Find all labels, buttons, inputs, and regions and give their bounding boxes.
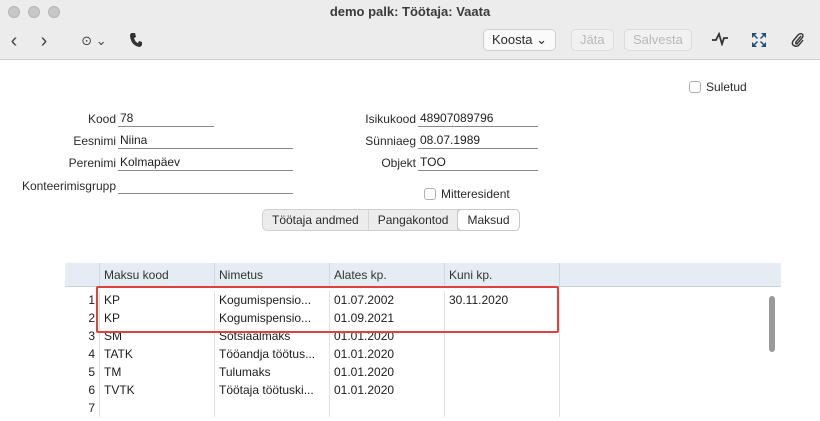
objekt-field[interactable]: TOO [418,155,538,171]
kood-field[interactable]: 78 [118,111,214,127]
synniaeg-field[interactable]: 08.07.1989 [418,133,538,149]
salvesta-button[interactable]: Salvesta [624,29,692,51]
table-scrollbar-thumb[interactable] [769,296,775,352]
cell-alates-kp[interactable]: 01.01.2020 [330,381,445,399]
row-number: 6 [65,381,100,399]
cell-nimetus[interactable]: Tööandja töötus... [215,345,330,363]
cell-kuni-kp[interactable] [445,399,560,417]
row-number: 1 [65,291,100,309]
row-number: 2 [65,309,100,327]
perenimi-label: Perenimi [68,156,116,170]
isikukood-field[interactable]: 48907089796 [418,111,538,127]
tab-bar: Töötaja andmed Pangakontod Maksud [262,209,520,231]
table-row[interactable]: 4 TATK Tööandja töötus... 01.01.2020 [65,345,781,363]
row-number-header [65,263,100,287]
row-number: 7 [65,399,100,417]
header-maksu-kood[interactable]: Maksu kood [100,263,215,287]
jata-button[interactable]: Jäta [571,29,614,51]
objekt-label: Objekt [381,156,416,170]
cell-kuni-kp[interactable] [445,345,560,363]
koosta-dropdown-button[interactable]: Koosta ⌄ [483,29,556,51]
cell-kuni-kp[interactable] [445,363,560,381]
header-nimetus[interactable]: Nimetus [215,263,330,287]
konteerimisgrupp-field[interactable] [118,178,293,194]
more-actions-icon[interactable]: ⊙ ⌄ [80,32,108,50]
mitteresident-label: Mitteresident [441,187,510,201]
highlight-box [96,286,559,333]
eesnimi-field[interactable]: Niina [118,133,293,149]
row-number: 4 [65,345,100,363]
cell-maksu-kood[interactable]: TM [100,363,215,381]
suletud-checkbox[interactable] [689,81,701,93]
suletud-label: Suletud [706,80,747,94]
cell-nimetus[interactable]: Tulumaks [215,363,330,381]
back-icon[interactable]: ‹ [8,31,20,51]
cell-nimetus[interactable]: Töötaja töötuski... [215,381,330,399]
cell-maksu-kood[interactable] [100,399,215,417]
header-kuni-kp[interactable]: Kuni kp. [445,263,560,287]
isikukood-label: Isikukood [365,112,416,126]
row-number: 5 [65,363,100,381]
konteerimisgrupp-label: Konteerimisgrupp [21,179,116,193]
paperclip-icon[interactable] [788,32,808,50]
mitteresident-checkbox[interactable] [424,188,436,200]
activity-icon[interactable] [710,31,730,50]
table-header: Maksu kood Nimetus Alates kp. Kuni kp. [65,263,781,287]
tab-maksud[interactable]: Maksud [458,210,519,230]
cell-alates-kp[interactable]: 01.01.2020 [330,345,445,363]
synniaeg-label: Sünniaeg [365,134,416,148]
window-title: demo palk: Töötaja: Vaata [329,4,491,19]
cell-kuni-kp[interactable] [445,381,560,399]
cell-alates-kp[interactable]: 01.01.2020 [330,363,445,381]
cell-maksu-kood[interactable]: TVTK [100,381,215,399]
eesnimi-label: Eesnimi [73,134,116,148]
cell-maksu-kood[interactable]: TATK [100,345,215,363]
header-alates-kp[interactable]: Alates kp. [330,263,445,287]
kood-label: Kood [87,112,116,126]
tab-pangakontod[interactable]: Pangakontod [369,210,459,230]
window-titlebar: demo palk: Töötaja: Vaata ‹ › ⊙ ⌄ Koosta… [0,0,820,60]
tab-tootaja-andmed[interactable]: Töötaja andmed [263,210,369,230]
cell-nimetus[interactable] [215,399,330,417]
forward-icon[interactable]: › [38,31,50,51]
perenimi-field[interactable]: Kolmapäev [118,155,293,171]
table-row[interactable]: 6 TVTK Töötaja töötuski... 01.01.2020 [65,381,781,399]
row-number: 3 [65,327,100,345]
phone-icon[interactable] [128,32,144,50]
expand-icon[interactable] [749,32,769,50]
table-row[interactable]: 7 [65,399,781,417]
table-row[interactable]: 5 TM Tulumaks 01.01.2020 [65,363,781,381]
cell-alates-kp[interactable] [330,399,445,417]
